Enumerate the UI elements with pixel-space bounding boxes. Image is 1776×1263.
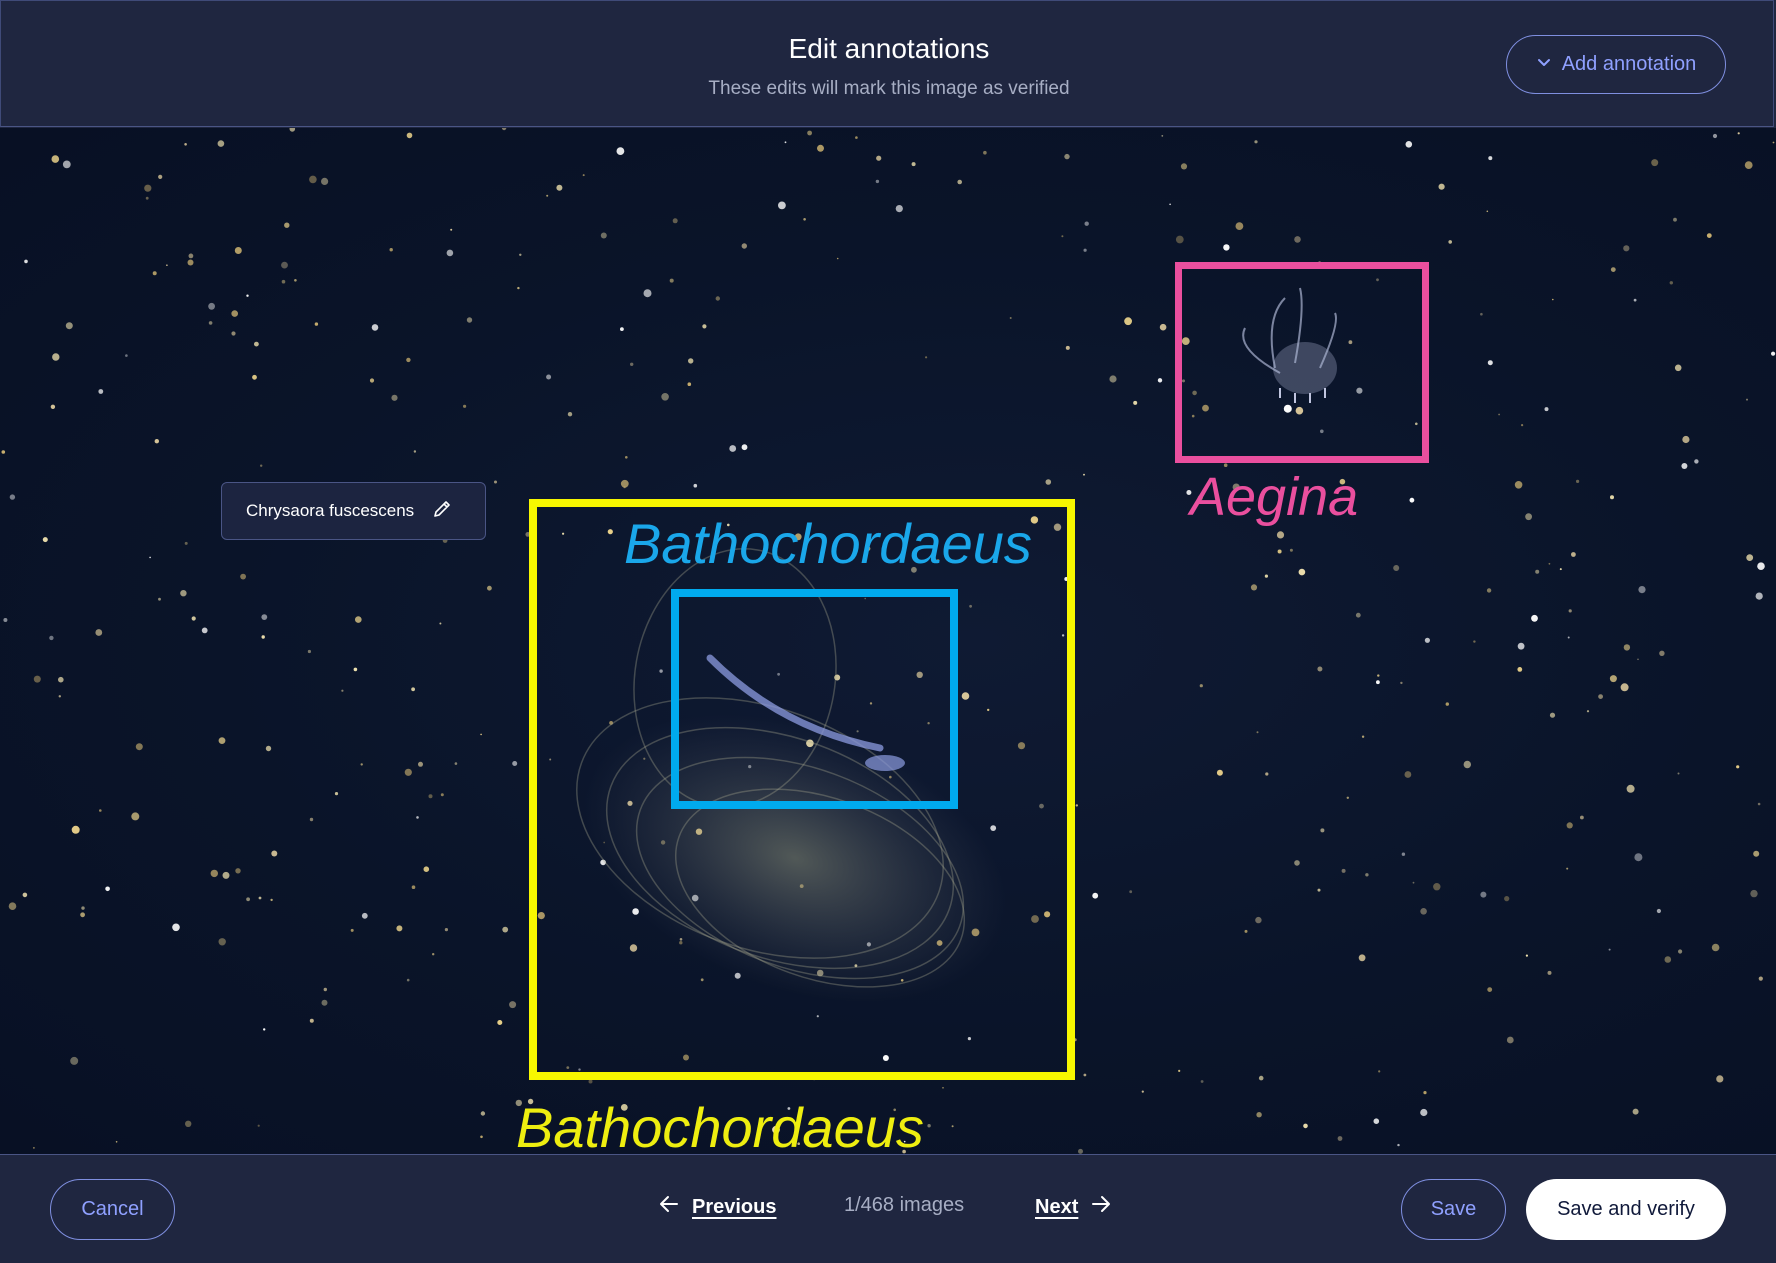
arrow-right-icon xyxy=(1090,1193,1112,1221)
bounding-box-pink[interactable] xyxy=(1175,262,1429,463)
page-subtitle: These edits will mark this image as veri… xyxy=(708,78,1070,99)
annotation-chip-label: Chrysaora fuscescens xyxy=(246,501,415,520)
cancel-button[interactable]: Cancel xyxy=(50,1179,175,1240)
bounding-box-blue[interactable] xyxy=(671,589,958,809)
annotation-label-pink: Aegina xyxy=(1190,467,1359,527)
image-counter: 1/468 images xyxy=(844,1194,965,1216)
chevron-down-icon xyxy=(1536,53,1552,76)
save-and-verify-button[interactable]: Save and verify xyxy=(1526,1179,1726,1240)
previous-button[interactable]: Previous xyxy=(658,1193,776,1221)
arrow-left-icon xyxy=(658,1193,680,1221)
footer-bar: Cancel Previous 1/468 images Next Save S… xyxy=(0,1154,1776,1263)
pencil-icon[interactable] xyxy=(432,499,452,524)
add-annotation-label: Add annotation xyxy=(1561,53,1697,75)
next-label: Next xyxy=(1035,1195,1079,1218)
annotation-image[interactable]: Chrysaora fuscescens Bathochordaeus Bath… xyxy=(0,128,1776,1154)
next-button[interactable]: Next xyxy=(1035,1193,1112,1221)
annotation-label-yellow: Bathochordaeus xyxy=(516,1096,924,1154)
header-bar: Edit annotations These edits will mark t… xyxy=(0,0,1774,127)
annotation-label-blue: Bathochordaeus xyxy=(624,512,1032,575)
previous-label: Previous xyxy=(692,1195,777,1218)
save-button[interactable]: Save xyxy=(1401,1179,1506,1240)
add-annotation-button[interactable]: Add annotation xyxy=(1506,35,1726,94)
annotation-label-chip[interactable]: Chrysaora fuscescens xyxy=(221,482,486,540)
